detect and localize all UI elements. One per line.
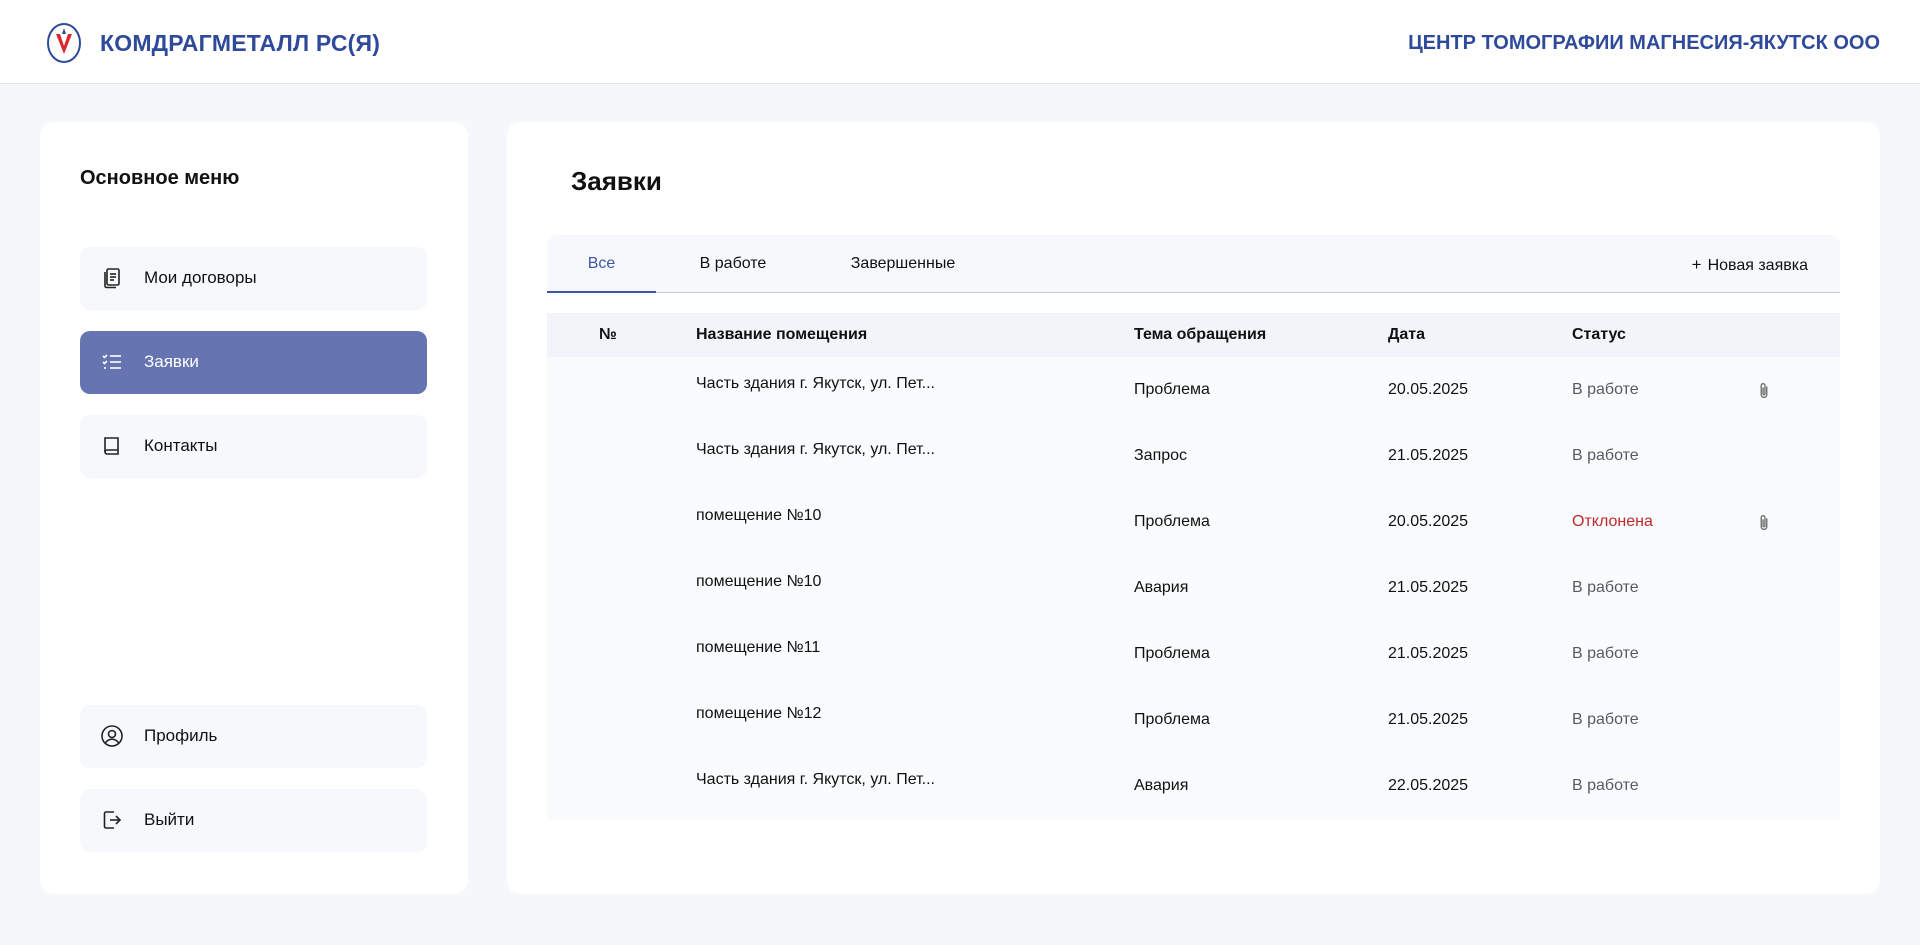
sidebar: Основное меню Мои договоры Заявки Контак… [40,122,468,894]
room-name-cell: помещение №10 [696,507,822,524]
column-header-number[interactable]: № [599,326,617,344]
sidebar-item-label: Контакты [144,436,218,455]
column-header-date[interactable]: Дата [1388,326,1425,344]
tab-all[interactable]: Все [547,235,656,293]
book-icon [104,437,119,455]
table-row[interactable]: помещение №10 Проблема 20.05.2025 Отклон… [547,489,1840,555]
tab-completed[interactable]: Завершенные [845,235,961,293]
topic-cell: Запрос [1134,447,1188,464]
date-cell: 20.05.2025 [1388,381,1469,398]
status-cell: В работе [1572,447,1639,464]
table-row[interactable]: Часть здания г. Якутск, ул. Пет... Пробл… [547,357,1840,423]
page-title: Заявки [571,166,662,196]
top-bar: КОМДРАГМЕТАЛЛ РС(Я) ЦЕНТР ТОМОГРАФИИ МАГ… [0,0,1920,84]
status-cell: В работе [1572,645,1639,662]
status-cell: В работе [1572,777,1639,794]
logout-icon [103,811,122,829]
brand-name: КОМДРАГМЕТАЛЛ РС(Я) [100,30,381,56]
status-cell: В работе [1572,711,1639,728]
topic-cell: Проблема [1134,513,1210,530]
documents-icon [104,268,120,289]
date-cell: 21.05.2025 [1388,579,1469,596]
sidebar-item-requests[interactable]: Заявки [80,331,427,394]
checklist-icon [102,354,121,369]
paperclip-icon[interactable] [1753,379,1775,403]
topic-cell: Авария [1134,579,1189,596]
date-cell: 21.05.2025 [1388,447,1469,464]
table-row[interactable]: Часть здания г. Якутск, ул. Пет... Запро… [547,423,1840,489]
column-header-room[interactable]: Название помещения [696,326,867,344]
topic-cell: Проблема [1134,711,1210,728]
paperclip-icon[interactable] [1753,511,1775,535]
organization-name: ЦЕНТР ТОМОГРАФИИ МАГНЕСИЯ-ЯКУТСК ООО [1408,32,1880,54]
date-cell: 21.05.2025 [1388,711,1469,728]
user-circle-icon [101,725,123,747]
status-cell: Отклонена [1572,513,1653,530]
room-name-cell: Часть здания г. Якутск, ул. Пет... [696,375,935,392]
tab-in-progress[interactable]: В работе [696,235,770,293]
tab-bar: Все В работе Завершенные + Новая заявка [547,235,1840,293]
sidebar-item-label: Профиль [144,726,218,745]
date-cell: 22.05.2025 [1388,777,1469,794]
sidebar-item-label: Мои договоры [144,268,257,287]
date-cell: 20.05.2025 [1388,513,1469,530]
room-name-cell: Часть здания г. Якутск, ул. Пет... [696,441,935,458]
room-name-cell: помещение №10 [696,573,822,590]
table-row[interactable]: помещение №10 Авария 21.05.2025 В работе [547,555,1840,621]
status-cell: В работе [1572,381,1639,398]
new-request-label: Новая заявка [1707,257,1808,274]
table-header: № Название помещения Тема обращения Дата… [547,313,1840,357]
room-name-cell: помещение №11 [696,639,821,656]
room-name-cell: помещение №12 [696,705,822,722]
sidebar-title: Основное меню [80,167,240,189]
topic-cell: Проблема [1134,645,1210,662]
new-request-button[interactable]: + Новая заявка [1692,255,1808,275]
table-row[interactable]: помещение №12 Проблема 21.05.2025 В рабо… [547,687,1840,753]
column-header-topic[interactable]: Тема обращения [1134,326,1266,344]
table-row[interactable]: помещение №11 Проблема 21.05.2025 В рабо… [547,621,1840,687]
requests-table: № Название помещения Тема обращения Дата… [547,313,1840,820]
plus-icon: + [1691,255,1702,274]
status-cell: В работе [1572,579,1639,596]
room-name-cell: Часть здания г. Якутск, ул. Пет... [696,771,935,788]
sidebar-item-label: Выйти [144,810,195,829]
sidebar-item-contracts[interactable]: Мои договоры [80,247,427,310]
topic-cell: Проблема [1134,381,1210,398]
company-logo[interactable] [46,22,82,64]
table-row[interactable]: Часть здания г. Якутск, ул. Пет... Авари… [547,753,1840,819]
column-header-status[interactable]: Статус [1572,326,1626,344]
sidebar-item-contacts[interactable]: Контакты [80,415,427,478]
date-cell: 21.05.2025 [1388,645,1469,662]
sidebar-item-profile[interactable]: Профиль [80,705,427,768]
main-panel: Заявки Все В работе Завершенные + Новая з… [507,122,1880,894]
sidebar-item-logout[interactable]: Выйти [80,789,427,852]
sidebar-item-label: Заявки [144,352,199,371]
topic-cell: Авария [1134,777,1189,794]
